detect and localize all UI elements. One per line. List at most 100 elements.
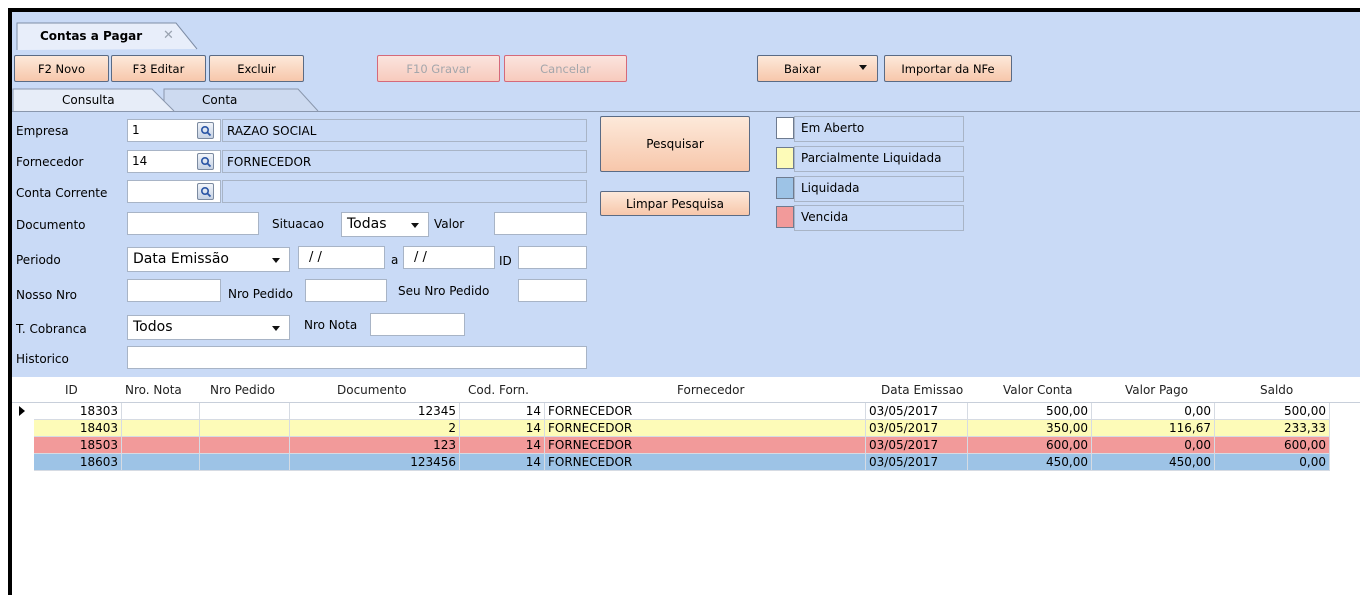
cell-valor-conta: 450,00 bbox=[968, 454, 1092, 471]
col-header-documento[interactable]: Documento bbox=[337, 383, 407, 397]
situacao-label: Situacao bbox=[272, 217, 324, 231]
baixar-dropdown[interactable]: Baixar bbox=[757, 55, 878, 82]
novo-button[interactable]: F2 Novo bbox=[14, 55, 109, 82]
row-indicator[interactable] bbox=[12, 420, 34, 437]
cell-nro-nota bbox=[122, 420, 200, 437]
seu-nro-pedido-label: Seu Nro Pedido bbox=[398, 284, 490, 298]
limpar-pesquisa-button[interactable]: Limpar Pesquisa bbox=[600, 191, 750, 216]
gravar-button[interactable]: F10 Gravar bbox=[377, 55, 500, 82]
col-header-valor-pago[interactable]: Valor Pago bbox=[1125, 383, 1188, 397]
row-indicator[interactable] bbox=[12, 403, 34, 420]
chevron-down-icon bbox=[272, 326, 280, 331]
tab-consulta[interactable]: Consulta bbox=[62, 93, 115, 107]
col-header-saldo[interactable]: Saldo bbox=[1260, 383, 1293, 397]
valor-input[interactable] bbox=[494, 212, 587, 235]
window-top-border bbox=[8, 8, 1360, 12]
close-icon[interactable]: ✕ bbox=[163, 28, 174, 43]
col-header-data-emissao[interactable]: Data Emissao bbox=[881, 383, 963, 397]
cell-fornecedor: FORNECEDOR bbox=[545, 437, 866, 454]
cell-valor-conta: 600,00 bbox=[968, 437, 1092, 454]
col-header-fornecedor[interactable]: Fornecedor bbox=[677, 383, 744, 397]
subtab-shapes bbox=[12, 88, 319, 112]
table-row[interactable]: 18503 123 14 FORNECEDOR 03/05/2017 600,00 0,00… bbox=[12, 437, 1330, 454]
t-cobranca-select[interactable]: Todos bbox=[127, 315, 290, 340]
tab-conta[interactable]: Conta bbox=[202, 93, 237, 107]
table-row[interactable]: 18603 123456 14 FORNECEDOR 03/05/2017 450,00 4… bbox=[12, 454, 1330, 471]
id-input[interactable] bbox=[518, 246, 587, 269]
col-header-nro-pedido[interactable]: Nro Pedido bbox=[210, 383, 275, 397]
document-tab-label: Contas a Pagar bbox=[40, 29, 143, 43]
cell-nro-pedido bbox=[200, 420, 290, 437]
legend-label-liquidada: Liquidada bbox=[794, 176, 964, 202]
nosso-nro-label: Nosso Nro bbox=[16, 288, 77, 302]
cell-valor-pago: 450,00 bbox=[1092, 454, 1215, 471]
cell-nro-pedido bbox=[200, 437, 290, 454]
cell-data-emissao: 03/05/2017 bbox=[866, 403, 968, 420]
fornecedor-search-icon[interactable] bbox=[197, 153, 214, 170]
results-grid: ID Nro. Nota Nro Pedido Documento Cod. F… bbox=[12, 377, 1360, 595]
date-to-input[interactable]: / / bbox=[403, 246, 495, 269]
legend-swatch-liquidada bbox=[776, 177, 794, 199]
conta-corrente-search-icon[interactable] bbox=[197, 183, 214, 200]
cell-fornecedor: FORNECEDOR bbox=[545, 403, 866, 420]
documento-label: Documento bbox=[16, 218, 86, 232]
documento-input[interactable] bbox=[127, 212, 259, 235]
conta-corrente-label: Conta Corrente bbox=[16, 186, 108, 200]
row-indicator[interactable] bbox=[12, 454, 34, 471]
chevron-down-icon bbox=[272, 258, 280, 263]
subtab-bar: Consulta Conta bbox=[12, 88, 1360, 112]
row-indicator[interactable] bbox=[12, 437, 34, 454]
legend-label-vencida: Vencida bbox=[794, 205, 964, 231]
cell-nro-pedido bbox=[200, 403, 290, 420]
importar-nfe-button[interactable]: Importar da NFe bbox=[884, 55, 1012, 82]
cell-documento: 123 bbox=[290, 437, 460, 454]
empresa-label: Empresa bbox=[16, 124, 69, 138]
col-header-valor-conta[interactable]: Valor Conta bbox=[1003, 383, 1072, 397]
chevron-down-icon bbox=[859, 65, 867, 70]
document-tab[interactable]: Contas a Pagar ✕ bbox=[16, 22, 198, 50]
cancelar-button[interactable]: Cancelar bbox=[504, 55, 627, 82]
cell-valor-conta: 500,00 bbox=[968, 403, 1092, 420]
legend-label-em-aberto: Em Aberto bbox=[794, 116, 964, 142]
fornecedor-name-field: FORNECEDOR bbox=[222, 150, 587, 173]
nosso-nro-input[interactable] bbox=[127, 279, 221, 302]
cell-cod-forn: 14 bbox=[460, 420, 545, 437]
cell-saldo: 500,00 bbox=[1215, 403, 1330, 420]
table-row[interactable]: 18303 12345 14 FORNECEDOR 03/05/2017 500,00 0,… bbox=[12, 403, 1330, 420]
excluir-button[interactable]: Excluir bbox=[209, 55, 304, 82]
nro-nota-label: Nro Nota bbox=[304, 318, 358, 332]
id-label: ID bbox=[499, 254, 512, 268]
nro-pedido-input[interactable] bbox=[305, 279, 387, 302]
cell-nro-nota bbox=[122, 403, 200, 420]
editar-button[interactable]: F3 Editar bbox=[111, 55, 206, 82]
t-cobranca-label: T. Cobranca bbox=[16, 322, 87, 336]
cell-saldo: 233,33 bbox=[1215, 420, 1330, 437]
nro-nota-input[interactable] bbox=[370, 313, 465, 336]
legend-swatch-parcialmente-liquidada bbox=[776, 147, 794, 169]
col-header-nro-nota[interactable]: Nro. Nota bbox=[125, 383, 182, 397]
cell-id: 18503 bbox=[34, 437, 122, 454]
col-header-id[interactable]: ID bbox=[65, 383, 78, 397]
cell-documento: 12345 bbox=[290, 403, 460, 420]
empresa-search-icon[interactable] bbox=[197, 122, 214, 139]
cell-documento: 2 bbox=[290, 420, 460, 437]
cell-valor-conta: 350,00 bbox=[968, 420, 1092, 437]
historico-input[interactable] bbox=[127, 346, 587, 369]
periodo-selected: Data Emissão bbox=[133, 251, 229, 267]
legend-swatch-vencida bbox=[776, 206, 794, 228]
seu-nro-pedido-input[interactable] bbox=[518, 279, 587, 302]
periodo-select[interactable]: Data Emissão bbox=[127, 247, 290, 272]
situacao-selected: Todas bbox=[347, 216, 387, 232]
cell-cod-forn: 14 bbox=[460, 437, 545, 454]
chevron-down-icon bbox=[411, 223, 419, 228]
cell-data-emissao: 03/05/2017 bbox=[866, 437, 968, 454]
cell-id: 18603 bbox=[34, 454, 122, 471]
pesquisar-button[interactable]: Pesquisar bbox=[600, 116, 750, 172]
cell-saldo: 0,00 bbox=[1215, 454, 1330, 471]
situacao-select[interactable]: Todas bbox=[341, 212, 429, 237]
cell-fornecedor: FORNECEDOR bbox=[545, 454, 866, 471]
date-from-input[interactable]: / / bbox=[298, 246, 385, 269]
cell-cod-forn: 14 bbox=[460, 403, 545, 420]
col-header-cod-forn[interactable]: Cod. Forn. bbox=[468, 383, 529, 397]
table-row[interactable]: 18403 2 14 FORNECEDOR 03/05/2017 350,00 116,67… bbox=[12, 420, 1330, 437]
